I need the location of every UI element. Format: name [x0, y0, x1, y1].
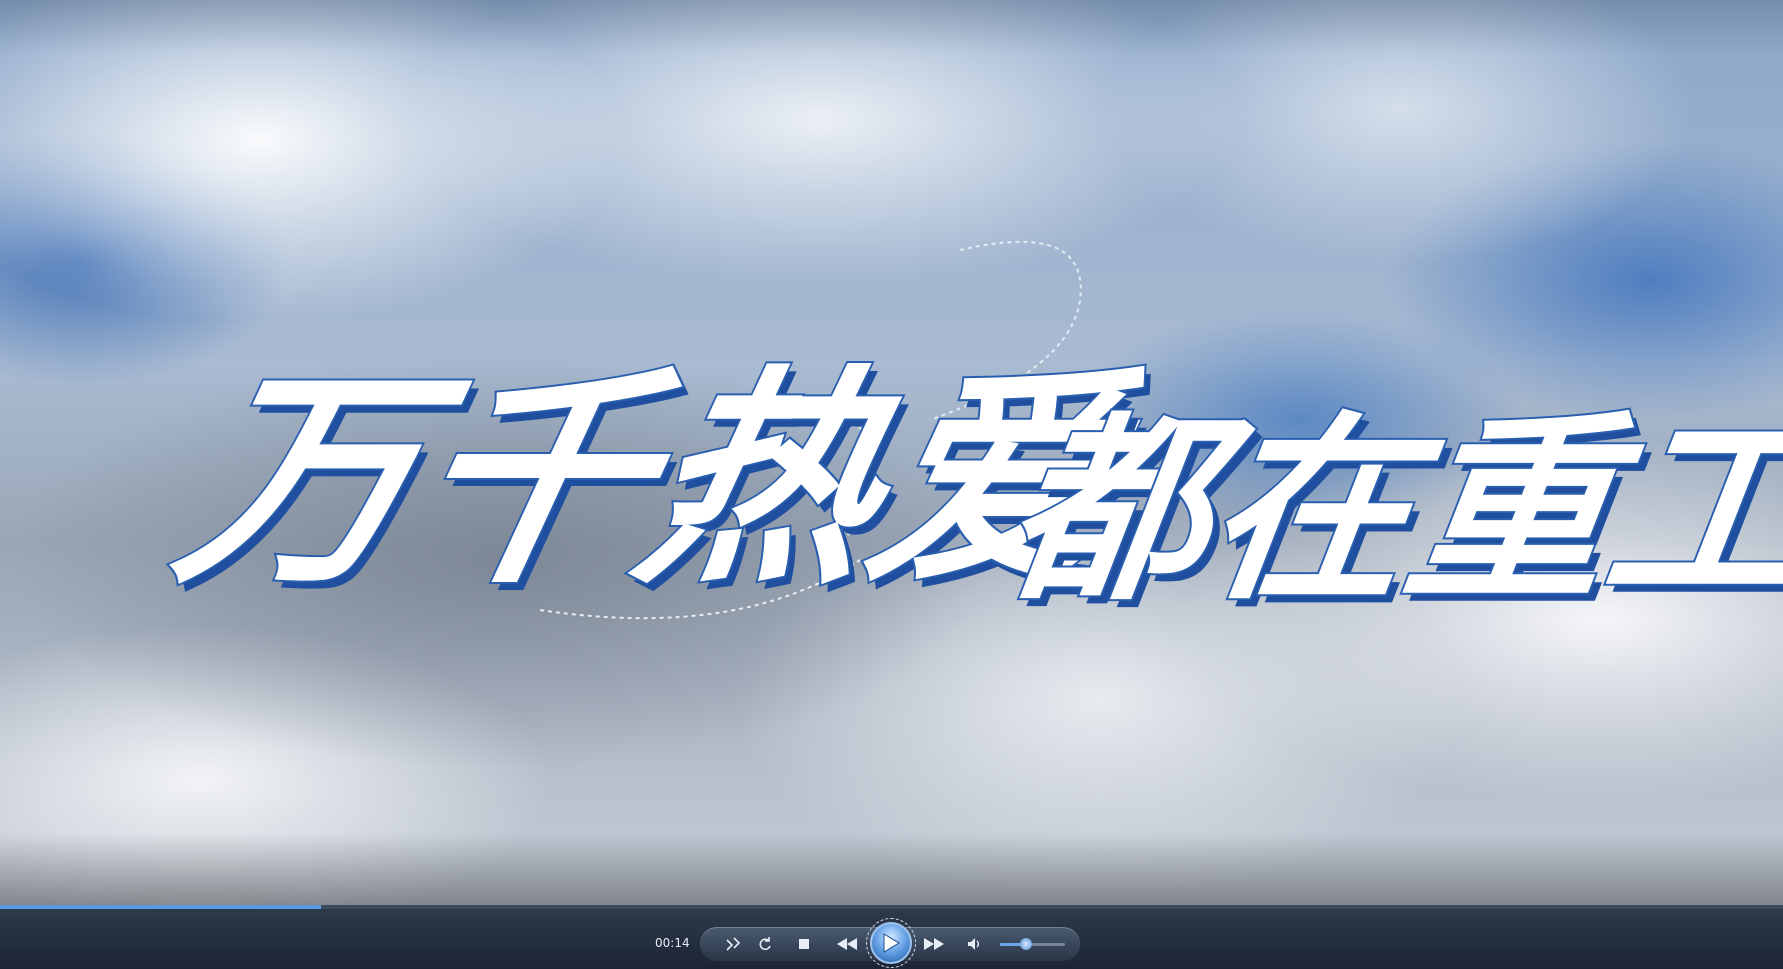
- title-line2-shadow: 都在重工: [1000, 401, 1783, 636]
- play-icon: [883, 933, 900, 953]
- video-title-art: 万千热爱 万千热爱 都在重工 都在重工: [156, 240, 1783, 636]
- title-line2: 都在重工: [993, 393, 1783, 628]
- title-line1-shadow: 万千热爱: [165, 352, 1164, 622]
- volume-slider-thumb[interactable]: [1020, 938, 1032, 950]
- repeat-icon[interactable]: [754, 935, 776, 953]
- player-control-bar: 00:14: [0, 909, 1783, 969]
- elapsed-time: 00:14: [655, 936, 690, 950]
- rewind-icon[interactable]: [833, 935, 861, 953]
- volume-slider[interactable]: [1000, 943, 1065, 946]
- switch-to-library-icon[interactable]: [722, 935, 744, 953]
- play-button[interactable]: [866, 918, 916, 968]
- stop-icon[interactable]: [793, 935, 815, 953]
- fast-forward-icon[interactable]: [920, 935, 948, 953]
- video-display[interactable]: 万千热爱 万千热爱 都在重工 都在重工: [0, 0, 1783, 905]
- speaker-icon[interactable]: [964, 935, 986, 953]
- title-line1: 万千热爱: [158, 344, 1157, 614]
